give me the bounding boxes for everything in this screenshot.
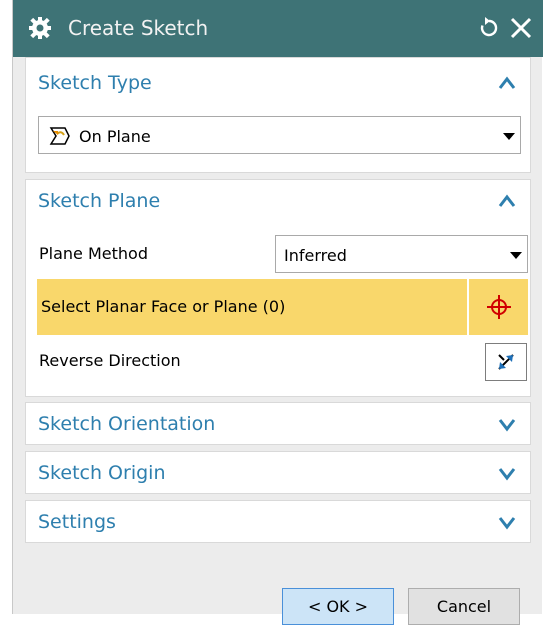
select-planar-face-label: Select Planar Face or Plane (0): [41, 297, 286, 316]
sketch-type-header[interactable]: Sketch Type: [38, 72, 152, 94]
reset-icon[interactable]: [477, 16, 501, 40]
settings-header[interactable]: Settings: [38, 511, 116, 533]
plane-method-dropdown[interactable]: Inferred: [275, 235, 528, 273]
gear-icon: [29, 17, 51, 39]
reverse-direction-button[interactable]: [485, 343, 527, 381]
dropdown-arrow-icon: [510, 252, 522, 259]
chevron-down-icon[interactable]: [498, 418, 516, 432]
plane-method-value: Inferred: [284, 246, 347, 265]
sketch-type-group: Sketch Type On Plane: [25, 57, 531, 173]
dialog-title: Create Sketch: [68, 16, 209, 40]
settings-group[interactable]: Settings: [25, 500, 531, 543]
sketch-type-dropdown[interactable]: On Plane: [38, 116, 521, 154]
create-sketch-dialog: Create Sketch Sketch Type On Plane Sketc…: [12, 0, 543, 625]
sketch-orientation-group[interactable]: Sketch Orientation: [25, 402, 531, 445]
plane-method-label: Plane Method: [39, 244, 148, 263]
title-bar: Create Sketch: [13, 0, 543, 57]
sketch-type-value: On Plane: [79, 127, 151, 146]
dropdown-arrow-icon: [503, 133, 515, 140]
sketch-orientation-header[interactable]: Sketch Orientation: [38, 413, 215, 435]
reverse-arrows-icon: [498, 354, 514, 370]
sketch-on-plane-icon: [49, 127, 70, 145]
cancel-button[interactable]: Cancel: [408, 588, 520, 625]
chevron-up-icon[interactable]: [498, 194, 516, 208]
select-planar-face-row[interactable]: Select Planar Face or Plane (0): [37, 279, 467, 335]
chevron-up-icon[interactable]: [498, 76, 516, 90]
crosshair-icon: [487, 295, 511, 319]
reverse-direction-label: Reverse Direction: [39, 351, 181, 370]
sketch-origin-group[interactable]: Sketch Origin: [25, 451, 531, 494]
chevron-down-icon[interactable]: [498, 467, 516, 481]
sketch-origin-header[interactable]: Sketch Origin: [38, 462, 165, 484]
chevron-down-icon[interactable]: [498, 516, 516, 530]
close-icon[interactable]: [507, 14, 535, 42]
ok-button[interactable]: < OK >: [282, 588, 394, 625]
sketch-plane-header[interactable]: Sketch Plane: [38, 190, 160, 212]
select-object-button[interactable]: [468, 279, 528, 335]
